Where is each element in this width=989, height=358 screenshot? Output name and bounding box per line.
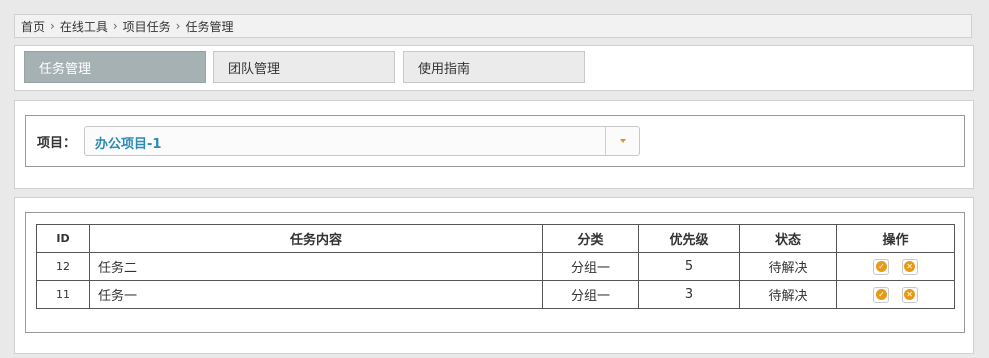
complete-task-button[interactable]: ✓ (873, 258, 890, 275)
cell-status: 待解决 (739, 252, 837, 281)
table-row: 12 任务二 分组一 5 待解决 ✓ ✕ (36, 252, 955, 281)
cell-content: 任务一 (89, 280, 543, 309)
project-select[interactable]: 办公项目-1 (84, 126, 640, 156)
breadcrumb-current: 任务管理 (185, 19, 234, 34)
cell-status: 待解决 (739, 280, 837, 309)
breadcrumb-separator: › (50, 19, 55, 33)
close-circle-icon: ✕ (904, 289, 916, 300)
tab-bar: 任务管理 团队管理 使用指南 (14, 45, 974, 91)
breadcrumb-home[interactable]: 首页 (21, 18, 45, 35)
tab-team-management[interactable]: 团队管理 (213, 51, 395, 83)
check-circle-icon: ✓ (875, 289, 887, 300)
cell-category: 分组一 (542, 280, 639, 309)
dropdown-toggle[interactable] (605, 127, 639, 155)
project-label: 项目： (37, 136, 77, 151)
check-circle-icon: ✓ (875, 261, 887, 272)
cell-actions: ✓ ✕ (836, 252, 955, 281)
breadcrumb-online-tools[interactable]: 在线工具 (60, 18, 108, 35)
close-circle-icon: ✕ (904, 261, 916, 272)
cell-content: 任务二 (89, 252, 543, 281)
column-header-status: 状态 (739, 224, 837, 253)
column-header-category: 分类 (542, 224, 639, 253)
column-header-actions: 操作 (836, 224, 955, 253)
table-header-row: ID 任务内容 分类 优先级 状态 操作 (36, 224, 955, 253)
task-table: ID 任务内容 分类 优先级 状态 操作 12 任务二 分组一 5 待解决 ✓ … (36, 224, 955, 309)
cell-priority: 3 (638, 280, 740, 309)
column-header-id: ID (36, 224, 90, 253)
breadcrumb-project-tasks[interactable]: 项目任务 (123, 18, 171, 35)
tab-task-management[interactable]: 任务管理 (24, 51, 206, 83)
delete-task-button[interactable]: ✕ (901, 258, 918, 275)
cell-id: 11 (36, 280, 90, 309)
cell-actions: ✓ ✕ (836, 280, 955, 309)
delete-task-button[interactable]: ✕ (901, 286, 918, 303)
tab-user-guide[interactable]: 使用指南 (403, 51, 585, 83)
project-filter: 项目： 办公项目-1 (25, 115, 965, 167)
table-row: 11 任务一 分组一 3 待解决 ✓ ✕ (36, 280, 955, 309)
complete-task-button[interactable]: ✓ (873, 286, 890, 303)
column-header-priority: 优先级 (638, 224, 740, 253)
cell-id: 12 (36, 252, 90, 281)
task-table-frame: ID 任务内容 分类 优先级 状态 操作 12 任务二 分组一 5 待解决 ✓ … (25, 212, 965, 333)
cell-priority: 5 (638, 252, 740, 281)
breadcrumb-separator: › (175, 19, 181, 33)
breadcrumb: 首页 › 在线工具 › 项目任务 › 任务管理 (14, 14, 972, 38)
project-panel: 项目： 办公项目-1 (14, 100, 974, 189)
project-select-value: 办公项目-1 (95, 137, 162, 152)
task-table-panel: ID 任务内容 分类 优先级 状态 操作 12 任务二 分组一 5 待解决 ✓ … (14, 197, 974, 354)
cell-category: 分组一 (542, 252, 639, 281)
column-header-content: 任务内容 (89, 224, 543, 253)
chevron-down-icon (619, 139, 626, 143)
breadcrumb-separator: › (112, 19, 118, 33)
